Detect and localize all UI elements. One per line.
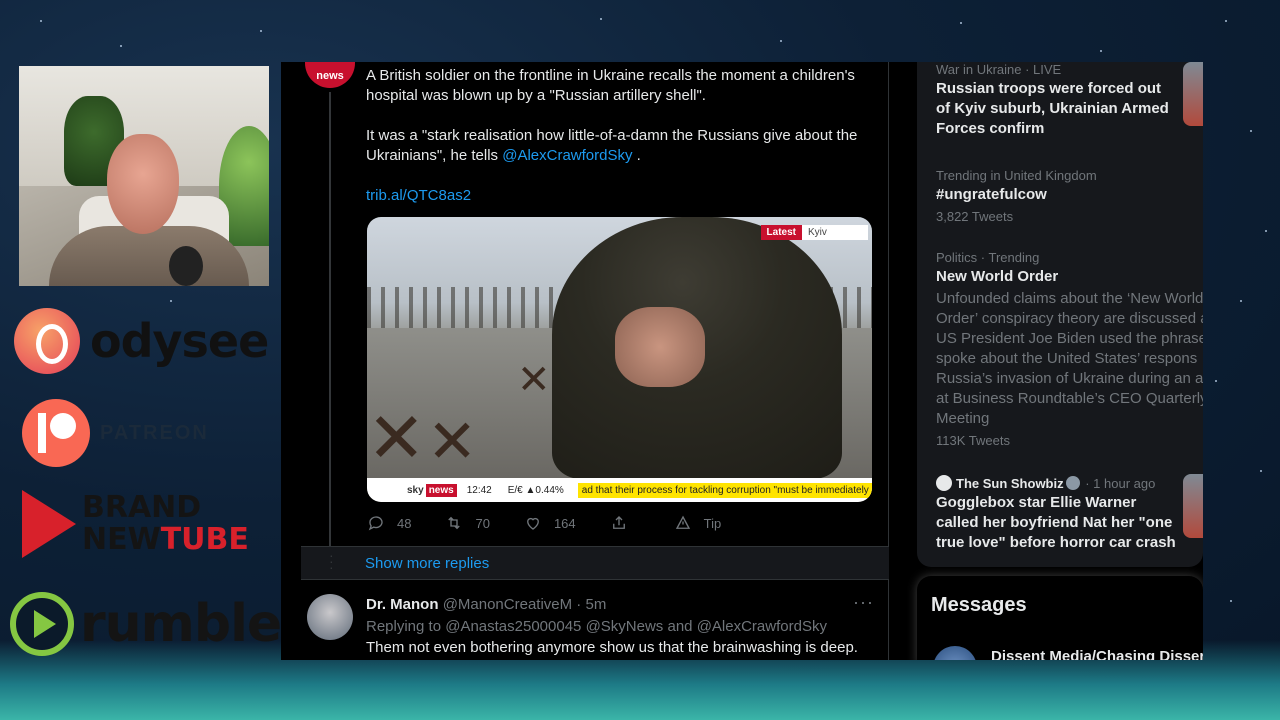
messages-drawer[interactable]: Messages Dissent Media/Chasing Disser xyxy=(917,576,1203,660)
rumble-logo: rumble xyxy=(10,592,282,656)
tweet-link[interactable]: trib.al/QTC8as2 xyxy=(366,187,471,204)
heart-icon xyxy=(527,517,539,530)
news-thumbnail xyxy=(1183,474,1203,538)
reply-author-name[interactable]: Dr. Manon xyxy=(366,596,439,613)
patreon-logo: PATREON xyxy=(14,399,209,467)
thread-line xyxy=(329,92,331,572)
messages-header[interactable]: Messages xyxy=(931,594,1027,617)
sky-news-avatar[interactable]: news xyxy=(305,62,355,88)
sun-logo-icon xyxy=(936,475,952,491)
more-options-icon[interactable]: ··· xyxy=(853,592,874,613)
thread-dots: · · · xyxy=(329,547,334,575)
trends-panel: War in Ukraine · LIVE Russian troops wer… xyxy=(917,62,1203,567)
reply-button[interactable]: 48 xyxy=(367,514,411,532)
reply-header: Dr. Manon @ManonCreativeM · 5m xyxy=(366,596,607,613)
trend-item[interactable]: Trending in United Kingdom #ungratefulco… xyxy=(936,168,1203,224)
star xyxy=(1250,130,1252,132)
news-ticker: sky news 12:42 E/€ ▲0.44% ad that their … xyxy=(367,478,872,502)
mention-link[interactable]: @SkyNews xyxy=(586,618,664,635)
tip-button[interactable]: Tip xyxy=(674,514,721,532)
star xyxy=(600,18,602,20)
reply-icon xyxy=(368,516,383,531)
tip-icon xyxy=(675,515,690,529)
dm-avatar[interactable] xyxy=(933,646,977,660)
reply-text: Them not even bothering anymore show us … xyxy=(366,639,858,656)
location-badge: Kyiv xyxy=(802,225,868,240)
tweet-video[interactable]: ✕ ✕ ✕ ✕ Latest Kyiv sky news 12:42 E/€ ▲… xyxy=(367,217,872,502)
sidebar: War in Ukraine · LIVE Russian troops wer… xyxy=(917,62,1203,660)
dm-name[interactable]: Dissent Media/Chasing Disser xyxy=(991,648,1203,660)
webcam-feed xyxy=(19,66,269,286)
star xyxy=(1230,600,1232,602)
star xyxy=(1100,50,1102,52)
star xyxy=(1215,380,1217,382)
trend-item[interactable]: War in Ukraine · LIVE Russian troops wer… xyxy=(936,62,1203,139)
brandnewtube-logo: BRAND NEWTUBE xyxy=(14,490,249,558)
star xyxy=(1225,20,1227,22)
star xyxy=(960,22,962,24)
reply-avatar[interactable] xyxy=(307,594,353,640)
rumble-icon xyxy=(10,592,74,656)
play-triangle-icon xyxy=(22,490,76,558)
star xyxy=(1260,470,1262,472)
tweet-text: A British soldier on the frontline in Uk… xyxy=(366,66,881,226)
share-button[interactable] xyxy=(610,514,640,532)
trend-thumbnail xyxy=(1183,62,1203,126)
timeline-column: news A British soldier on the frontline … xyxy=(281,62,889,660)
odysee-logo: odysee xyxy=(14,308,269,374)
tweet-actions: 48 70 164 Tip xyxy=(367,514,787,532)
verified-icon xyxy=(1065,476,1080,490)
news-item[interactable]: The Sun Showbiz · 1 hour ago Gogglebox s… xyxy=(936,475,1203,553)
star xyxy=(1240,300,1242,302)
star xyxy=(40,20,42,22)
retweet-button[interactable]: 70 xyxy=(445,514,490,532)
tweet-paragraph: A British soldier on the frontline in Uk… xyxy=(366,67,855,104)
tweet-paragraph-2: It was a "stark realisation how little-o… xyxy=(366,127,858,164)
replying-to: Replying to @Anastas25000045 @SkyNews an… xyxy=(366,618,827,635)
show-more-replies-button[interactable]: Show more replies xyxy=(301,546,889,580)
star xyxy=(1265,230,1267,232)
latest-badge: Latest xyxy=(760,225,802,240)
reply-author-handle[interactable]: @ManonCreativeM xyxy=(443,596,572,613)
star xyxy=(780,40,782,42)
like-button[interactable]: 164 xyxy=(524,514,576,532)
star xyxy=(170,300,172,302)
twitter-window: news A British soldier on the frontline … xyxy=(281,62,1203,660)
odysee-icon xyxy=(14,308,80,374)
star xyxy=(260,30,262,32)
mention-link[interactable]: @Anastas25000045 xyxy=(445,618,581,635)
mention-link[interactable]: @AlexCrawfordSky xyxy=(697,618,827,635)
mention-link[interactable]: @AlexCrawfordSky xyxy=(502,147,632,164)
share-icon xyxy=(612,516,625,529)
trend-item[interactable]: Politics · Trending New World Order Unfo… xyxy=(936,250,1203,448)
reply-time[interactable]: 5m xyxy=(585,596,606,613)
patreon-icon xyxy=(22,399,90,467)
star xyxy=(120,45,122,47)
retweet-icon xyxy=(448,516,461,530)
